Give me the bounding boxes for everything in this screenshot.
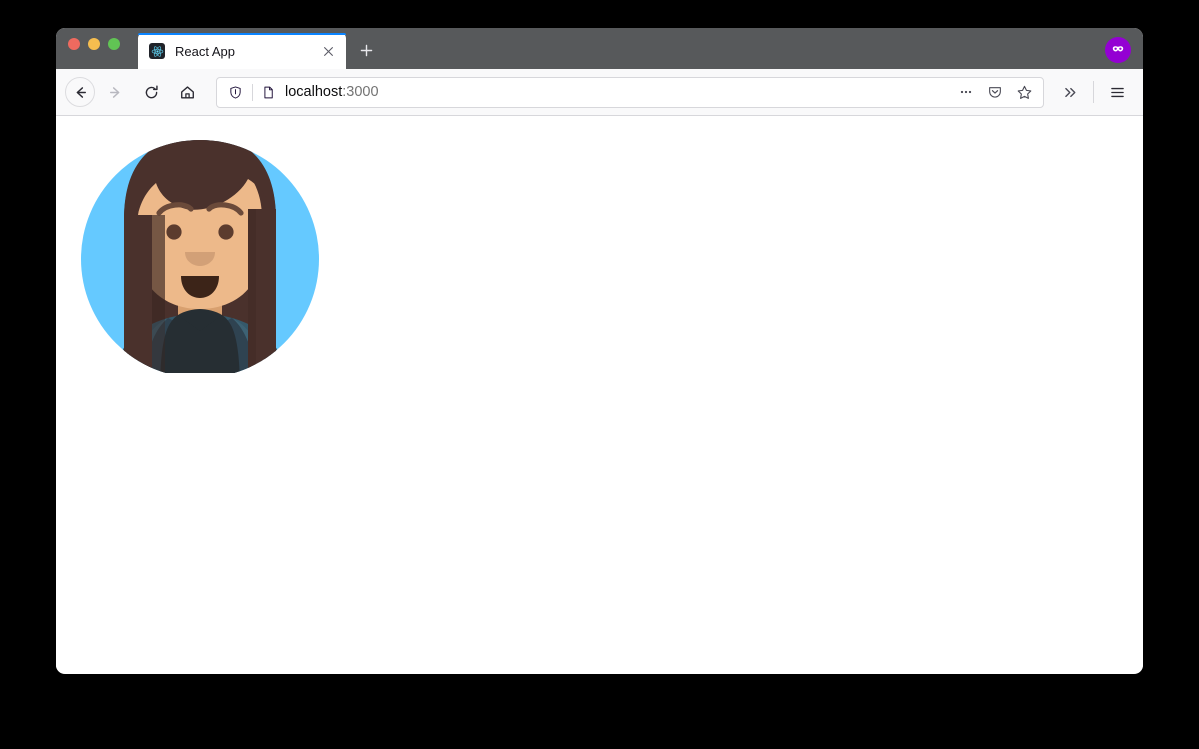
page-content [56, 116, 1143, 673]
react-logo-icon [149, 43, 165, 59]
tab-title: React App [175, 43, 235, 59]
container-mask-icon[interactable] [1105, 37, 1131, 63]
browser-tab-react-app[interactable]: React App [138, 33, 346, 69]
overflow-menu-button[interactable] [1054, 76, 1086, 108]
url-host: localhost [285, 84, 343, 100]
new-tab-button[interactable] [351, 35, 381, 65]
avatar-illustration [81, 140, 319, 373]
url-text[interactable]: localhost:3000 [285, 84, 953, 100]
toolbar-right-actions [1054, 76, 1133, 108]
bookmark-star-icon[interactable] [1011, 79, 1037, 105]
back-button[interactable] [65, 77, 95, 107]
page-document-icon [260, 85, 277, 100]
window-traffic-lights [68, 28, 138, 69]
url-divider [252, 83, 253, 101]
app-menu-button[interactable] [1101, 76, 1133, 108]
url-bar[interactable]: localhost:3000 [216, 76, 1044, 108]
tab-close-icon[interactable] [319, 42, 337, 60]
home-button[interactable] [171, 76, 203, 108]
url-bar-actions [953, 79, 1037, 105]
browser-window: React App localhost:3000 [56, 28, 1143, 674]
pocket-icon[interactable] [982, 79, 1008, 105]
reload-button[interactable] [135, 76, 167, 108]
tracking-protection-shield-icon[interactable] [225, 85, 245, 100]
page-actions-icon[interactable] [953, 79, 979, 105]
window-close-button[interactable] [68, 37, 80, 50]
navigation-toolbar: localhost:3000 [56, 69, 1143, 116]
avatar-eye-right [218, 224, 234, 240]
toolbar-separator [1093, 81, 1094, 103]
window-minimize-button[interactable] [88, 37, 100, 50]
user-avatar [68, 116, 332, 373]
tab-strip: React App [56, 28, 1143, 69]
url-port: :3000 [342, 84, 379, 100]
window-zoom-button[interactable] [108, 37, 120, 50]
avatar-eye-left [166, 224, 182, 240]
forward-button[interactable] [99, 76, 131, 108]
